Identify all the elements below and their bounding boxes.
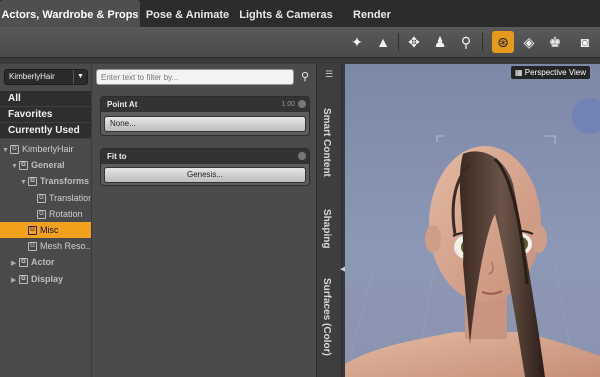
tree-item-label: Translation (49, 193, 91, 203)
fit-to-property: Fit to Genesis... (100, 148, 310, 186)
chevron-down-icon: ▼ (73, 70, 87, 84)
actor-icon: G (19, 258, 28, 268)
search-icon[interactable]: ⚲ (297, 69, 313, 85)
region-navigator-icon[interactable]: ⊛ (492, 31, 514, 53)
chevron-down-icon[interactable]: ▼ (11, 159, 19, 173)
tree-item-actor[interactable]: ▶ G Actor (0, 254, 91, 270)
node-selection-icon[interactable]: ✦ (346, 31, 368, 53)
group-icon: G (28, 242, 37, 252)
property-tree-panel: KimberlyHair ▼ All Favorites Currently U… (0, 64, 91, 377)
navigation-cube[interactable] (572, 98, 600, 134)
tool-bar: ✦ ▲ ✥ ♟ ⚲ ⊛ ◈ ♚ ◙ (0, 27, 600, 58)
grid-icon: ▦ (515, 68, 523, 77)
tree-item-mesh-reso-[interactable]: G Mesh Reso... (0, 238, 91, 254)
camera-icon[interactable]: ◙ (574, 31, 596, 53)
room-tab-bar: Actors, Wardrobe & Props Pose & Animate … (0, 0, 600, 27)
filter-currently-used[interactable]: Currently Used (0, 123, 91, 139)
viewport-scene (345, 98, 600, 377)
panel-menu-icon[interactable]: ☰ (322, 68, 336, 80)
tree-item-rotation[interactable]: G Rotation (0, 206, 91, 222)
tree-item-label: Transforms (40, 176, 90, 186)
chevron-down-icon[interactable]: ▼ (20, 175, 28, 189)
tree-item-label: Display (31, 274, 64, 284)
tree-item-label: General (31, 160, 65, 170)
active-pose-icon[interactable]: ♟ (429, 31, 451, 53)
point-at-button[interactable]: None... (104, 116, 306, 132)
tree-item-translation[interactable]: G Translation (0, 190, 91, 206)
chevron-right-icon[interactable]: ▶ (11, 256, 19, 270)
universal-tool-icon[interactable]: ✥ (403, 31, 425, 53)
tab-shaping[interactable]: Shaping (321, 209, 332, 248)
tree-item-label: Actor (31, 257, 55, 267)
gear-icon[interactable] (298, 100, 306, 108)
filter-favorites[interactable]: Favorites (0, 107, 91, 123)
chevron-right-icon[interactable]: ▶ (11, 273, 19, 287)
group-icon: G (28, 226, 37, 236)
tree-item-kimberlyhair[interactable]: ▼ G KimberlyHair (0, 141, 91, 157)
point-at-property: Point At 1.00 None... (100, 96, 310, 136)
property-value: 1.00 (281, 101, 295, 108)
tree-item-general[interactable]: ▼ G General (0, 157, 91, 173)
group-icon: G (37, 194, 46, 204)
side-tab-strip: ☰ Smart Content Shaping Surfaces (Color) (316, 64, 342, 377)
tree-item-label: Misc (40, 225, 59, 235)
property-panel: ⚲ Point At 1.00 None... Fit to Genesis..… (92, 64, 316, 377)
node-weight-icon[interactable]: ♚ (544, 31, 566, 53)
tree-item-display[interactable]: ▶ G Display (0, 271, 91, 287)
viewport[interactable]: ▦ Perspective View (345, 64, 600, 377)
chevron-down-icon[interactable]: ▼ (2, 143, 10, 157)
tab-pose-animate[interactable]: Pose & Animate (140, 0, 235, 27)
tree-item-label: KimberlyHair (22, 144, 74, 154)
group-icon: G (37, 210, 46, 220)
tree-item-transforms[interactable]: ▼ G Transforms (0, 173, 91, 189)
tab-smart-content[interactable]: Smart Content (321, 108, 332, 177)
gear-icon[interactable] (298, 152, 306, 160)
group-icon: G (19, 161, 28, 171)
node-select-value: KimberlyHair (9, 72, 55, 81)
perspective-view-label[interactable]: ▦ Perspective View (511, 66, 591, 79)
filter-all[interactable]: All (0, 91, 91, 107)
property-name: Point At (107, 100, 138, 109)
node-select-dropdown[interactable]: KimberlyHair ▼ (4, 69, 88, 85)
tab-lights-cameras[interactable]: Lights & Cameras (235, 0, 337, 27)
figure-icon: G (10, 145, 19, 155)
view-name: Perspective View (524, 68, 587, 77)
group-icon: G (19, 275, 28, 285)
tree-item-misc[interactable]: G Misc (0, 222, 91, 238)
fit-to-button[interactable]: Genesis... (104, 167, 306, 183)
group-icon: G (28, 177, 37, 187)
surface-selection-icon[interactable]: ▲ (372, 31, 394, 53)
tab-actors-wardrobe-props[interactable]: Actors, Wardrobe & Props (0, 0, 140, 27)
tree-item-label: Rotation (49, 209, 83, 219)
tab-surfaces-color[interactable]: Surfaces (Color) (321, 278, 332, 356)
tab-render[interactable]: Render (337, 0, 407, 27)
property-name: Fit to (107, 152, 127, 161)
spot-render-icon[interactable]: ◈ (518, 31, 540, 53)
daz-studio-window: Actors, Wardrobe & Props Pose & Animate … (0, 0, 600, 377)
joint-editor-icon[interactable]: ⚲ (455, 31, 477, 53)
tree-item-label: Mesh Reso... (40, 241, 91, 251)
filter-input[interactable] (96, 69, 294, 85)
